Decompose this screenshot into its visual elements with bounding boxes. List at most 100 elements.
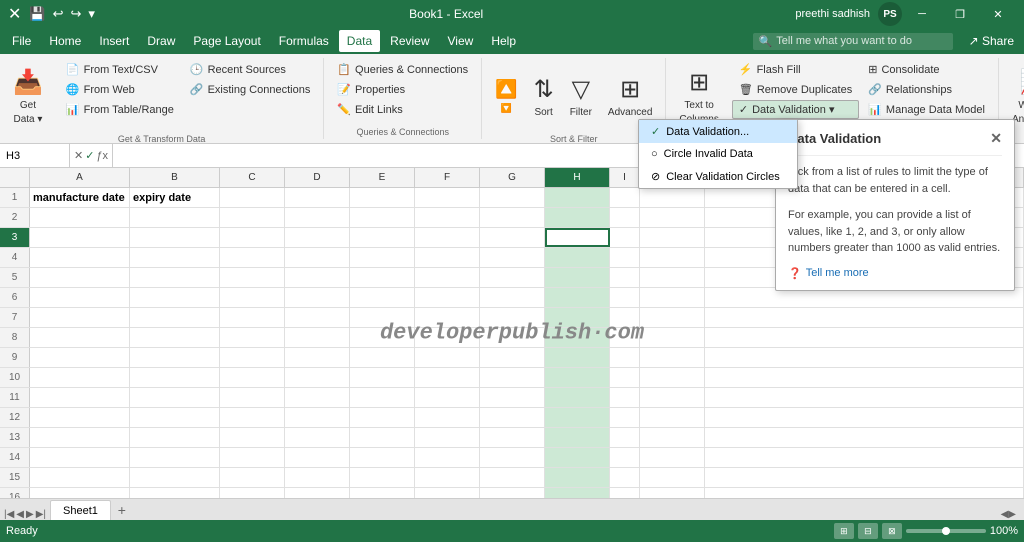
queries-connections-button[interactable]: 📋 Queries & Connections [330, 60, 475, 79]
recent-sources-button[interactable]: 🕒 Recent Sources [183, 60, 317, 79]
add-sheet-button[interactable]: + [111, 500, 133, 520]
cell-i3[interactable] [610, 228, 640, 247]
ribbon-group-get-transform: 📥 Get Data ▾ 📄 From Text/CSV 🌐 From Web … [0, 58, 324, 139]
cell-i2[interactable] [610, 208, 640, 227]
col-header-f[interactable]: F [415, 168, 480, 187]
menu-file[interactable]: File [4, 30, 39, 52]
menu-formulas[interactable]: Formulas [271, 30, 337, 52]
remove-dupes-button[interactable]: 🗑 Remove Duplicates [732, 80, 859, 99]
cell-f3[interactable] [415, 228, 480, 247]
cell-h1[interactable] [545, 188, 610, 207]
col-header-i[interactable]: I [610, 168, 640, 187]
confirm-icon[interactable]: ✓ [85, 149, 94, 162]
cell-j2[interactable] [640, 208, 705, 227]
cell-g2[interactable] [480, 208, 545, 227]
col-header-c[interactable]: C [220, 168, 285, 187]
consolidate-button[interactable]: ⊞ Consolidate [861, 60, 992, 79]
nav-prev-button[interactable]: ◀ [16, 509, 24, 520]
col-header-b[interactable]: B [130, 168, 220, 187]
cell-c1[interactable] [220, 188, 285, 207]
cell-e3[interactable] [350, 228, 415, 247]
col-header-d[interactable]: D [285, 168, 350, 187]
share-button[interactable]: ↗ Share [963, 32, 1020, 50]
col-header-e[interactable]: E [350, 168, 415, 187]
cell-e1[interactable] [350, 188, 415, 207]
cell-i1[interactable] [610, 188, 640, 207]
cell-d2[interactable] [285, 208, 350, 227]
page-break-view-button[interactable]: ⊠ [882, 523, 902, 539]
close-button[interactable]: ✕ [980, 0, 1016, 28]
cell-j1[interactable] [640, 188, 705, 207]
redo-button[interactable]: ↪ [69, 5, 84, 23]
edit-links-button[interactable]: ✏️ Edit Links [330, 100, 475, 119]
save-button[interactable]: 💾 [27, 5, 47, 23]
menu-insert[interactable]: Insert [91, 30, 137, 52]
nav-first-button[interactable]: |◀ [4, 509, 14, 520]
menu-draw[interactable]: Draw [139, 30, 183, 52]
function-icon[interactable]: ƒx [96, 150, 108, 162]
from-text-csv-button[interactable]: 📄 From Text/CSV [59, 60, 181, 79]
cell-d3[interactable] [285, 228, 350, 247]
col-header-a[interactable]: A [30, 168, 130, 187]
manage-model-button[interactable]: 📊 Manage Data Model [861, 100, 992, 119]
dv-clear-icon: ⊘ [651, 170, 660, 183]
flash-fill-button[interactable]: ⚡ Flash Fill [732, 60, 859, 79]
customize-quick-access-button[interactable]: ▾ [86, 5, 97, 23]
minimize-button[interactable]: ─ [904, 0, 940, 28]
cell-j3[interactable] [640, 228, 705, 247]
cell-g3[interactable] [480, 228, 545, 247]
cell-h3-active[interactable] [545, 228, 610, 247]
cell-f1[interactable] [415, 188, 480, 207]
cell-a2[interactable] [30, 208, 130, 227]
cell-b2[interactable] [130, 208, 220, 227]
col-header-g[interactable]: G [480, 168, 545, 187]
normal-view-button[interactable]: ⊞ [834, 523, 854, 539]
data-validation-button[interactable]: ✓ Data Validation ▾ [732, 100, 859, 119]
table-row: 7 [0, 308, 1024, 328]
undo-button[interactable]: ↩ [51, 5, 66, 23]
menu-page-layout[interactable]: Page Layout [185, 30, 268, 52]
cell-b3[interactable] [130, 228, 220, 247]
sort-button[interactable]: ⇅ Sort [527, 60, 561, 132]
menu-help[interactable]: Help [483, 30, 524, 52]
cell-b1[interactable]: expiry date [130, 188, 220, 207]
restore-button[interactable]: ❐ [942, 0, 978, 28]
dv-panel-close-button[interactable]: ✕ [990, 130, 1002, 147]
cell-d1[interactable] [285, 188, 350, 207]
search-box[interactable]: 🔍 Tell me what you want to do [753, 33, 953, 50]
zoom-slider[interactable] [906, 529, 986, 533]
dv-panel-tell-me-more-link[interactable]: ❓ Tell me more [788, 267, 1002, 280]
from-web-button[interactable]: 🌐 From Web [59, 80, 181, 99]
nav-last-button[interactable]: ▶| [36, 509, 46, 520]
get-data-button[interactable]: 📥 Get Data ▾ [6, 60, 50, 132]
dv-menu-item-circle-invalid[interactable]: ○ Circle Invalid Data [639, 143, 797, 165]
dv-menu-item-validation[interactable]: ✓ Data Validation... [639, 120, 797, 143]
user-avatar[interactable]: PS [878, 2, 902, 26]
cell-g1[interactable] [480, 188, 545, 207]
table-row: 15 [0, 468, 1024, 488]
cancel-icon[interactable]: ✕ [74, 149, 83, 162]
page-layout-view-button[interactable]: ⊟ [858, 523, 878, 539]
sort-az-button[interactable]: 🔼 🔽 [488, 60, 524, 132]
sheet-tab-sheet1[interactable]: Sheet1 [50, 500, 111, 520]
cell-c2[interactable] [220, 208, 285, 227]
menu-data[interactable]: Data [339, 30, 380, 52]
relationships-button[interactable]: 🔗 Relationships [861, 80, 992, 99]
filter-button[interactable]: ▽ Filter [563, 60, 599, 132]
properties-button[interactable]: 📝 Properties [330, 80, 475, 99]
cell-a1[interactable]: manufacture date [30, 188, 130, 207]
name-box[interactable]: H3 [0, 144, 70, 167]
cell-h2[interactable] [545, 208, 610, 227]
menu-home[interactable]: Home [41, 30, 89, 52]
cell-e2[interactable] [350, 208, 415, 227]
col-header-h[interactable]: H [545, 168, 610, 187]
nav-next-button[interactable]: ▶ [26, 509, 34, 520]
menu-review[interactable]: Review [382, 30, 437, 52]
cell-f2[interactable] [415, 208, 480, 227]
dv-menu-item-clear-circles[interactable]: ⊘ Clear Validation Circles [639, 165, 797, 188]
cell-a3[interactable] [30, 228, 130, 247]
existing-connections-button[interactable]: 🔗 Existing Connections [183, 80, 317, 99]
cell-c3[interactable] [220, 228, 285, 247]
from-table-button[interactable]: 📊 From Table/Range [59, 100, 181, 119]
menu-view[interactable]: View [440, 30, 482, 52]
